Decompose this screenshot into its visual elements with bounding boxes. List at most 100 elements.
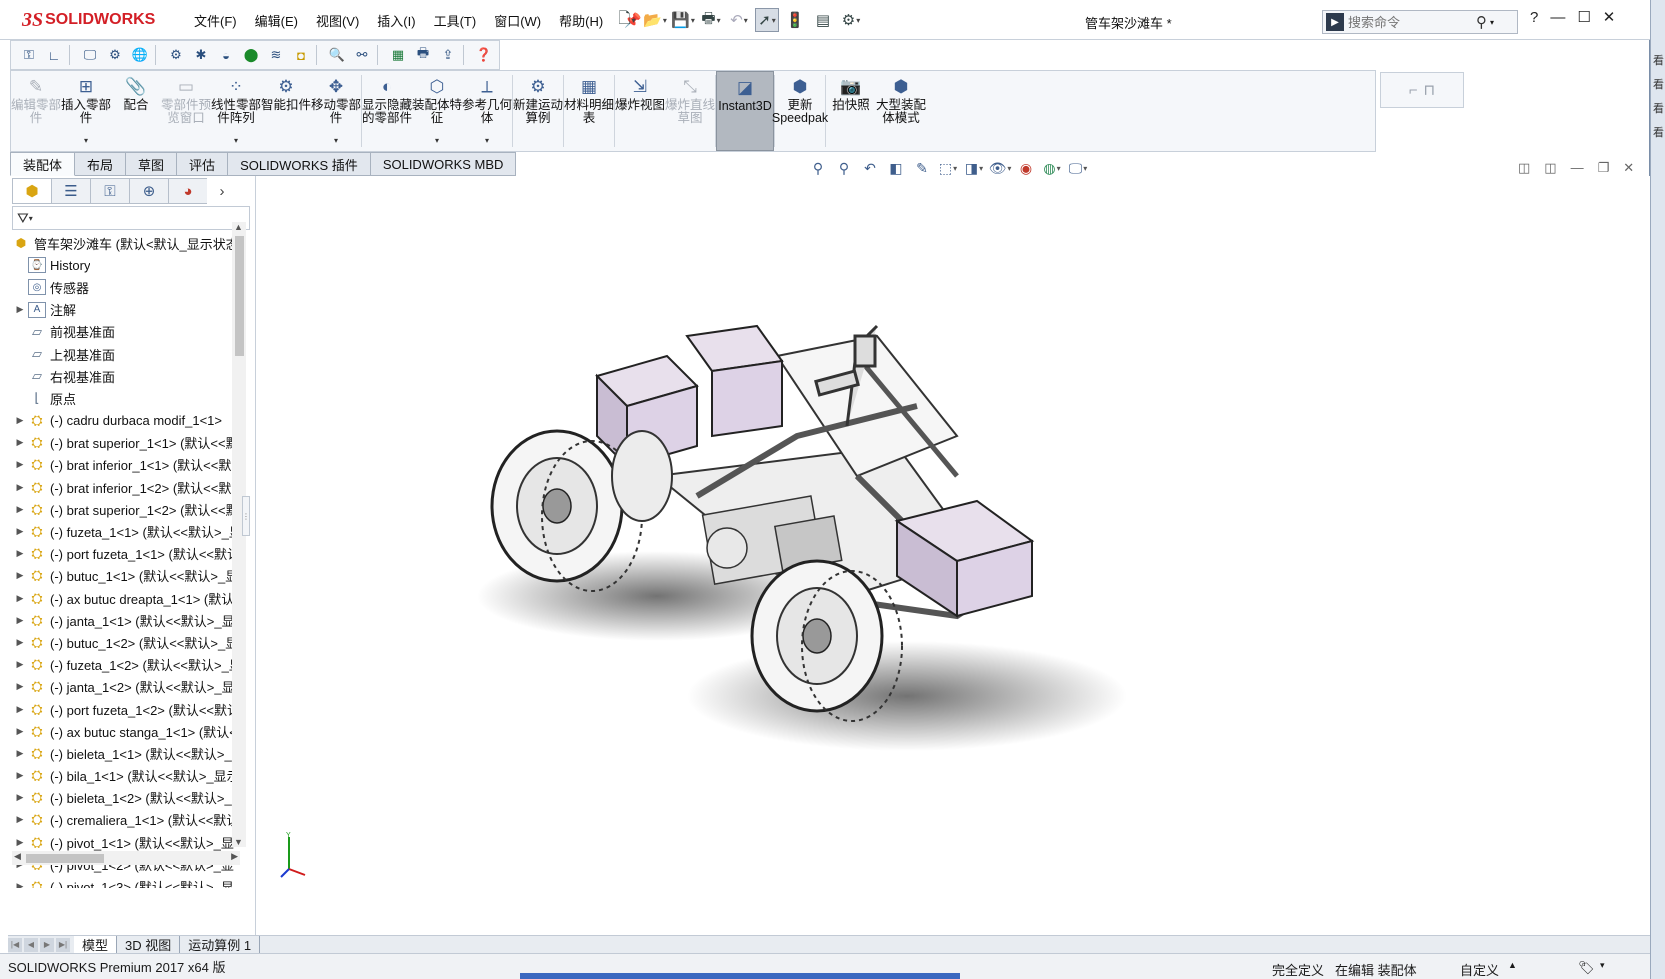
- step-icon[interactable]: ⊓: [1424, 81, 1436, 99]
- expand-arrow-icon[interactable]: ▶: [12, 459, 28, 470]
- expand-arrow-icon[interactable]: ▶: [12, 570, 28, 581]
- cmd-edit-component-button[interactable]: ✎ 编辑零部件: [11, 71, 61, 151]
- tab-evaluate[interactable]: 评估: [177, 152, 229, 176]
- expand-arrow-icon[interactable]: ▶: [12, 704, 28, 715]
- search-scope-icon[interactable]: ▶: [1326, 13, 1344, 31]
- menu-file[interactable]: 文件(F): [185, 11, 246, 30]
- hide-show-items-icon[interactable]: 👁: [989, 158, 1010, 178]
- cmd-move-component-button[interactable]: ✥ 移动零部件 ▾: [311, 71, 361, 151]
- cmd-speedpak-button[interactable]: ⬢ 更新Speedpak: [772, 71, 828, 151]
- scroll-right-icon[interactable]: ▶: [231, 851, 238, 862]
- expand-arrow-icon[interactable]: ▶: [12, 881, 28, 888]
- tree-feature-item[interactable]: ⌊ 原点: [12, 387, 240, 409]
- expand-arrow-icon[interactable]: ▶: [12, 681, 28, 692]
- expand-arrow-icon[interactable]: ▶: [12, 659, 28, 670]
- expand-arrow-icon[interactable]: ▶: [12, 593, 28, 604]
- dynamic-annotation-icon[interactable]: ✎: [912, 158, 932, 178]
- tree-component-item[interactable]: ▶ ⛭ (-) port fuzeta_1<1> (默认<<默认: [12, 543, 240, 565]
- tree-component-item[interactable]: ▶ ⛭ (-) fuzeta_1<1> (默认<<默认>_显: [12, 520, 240, 542]
- cmd-show-hidden-button[interactable]: ◐ 显示隐藏的零部件: [362, 71, 412, 151]
- tree-feature-item[interactable]: ▶ A 注解: [12, 299, 240, 321]
- tree-feature-item[interactable]: ▱ 右视基准面: [12, 365, 240, 387]
- search-dropdown-icon[interactable]: ▾: [1490, 18, 1494, 27]
- monitor-icon[interactable]: 🖵: [80, 45, 100, 65]
- expand-arrow-icon[interactable]: ▶: [12, 770, 28, 781]
- scroll-up-icon[interactable]: ▲: [234, 222, 243, 232]
- cmd-motion-study-button[interactable]: ⚙ 新建运动算例: [513, 71, 563, 151]
- tree-component-item[interactable]: ▶ ⛭ (-) port fuzeta_1<2> (默认<<默认: [12, 698, 240, 720]
- expand-arrow-icon[interactable]: ▶: [12, 548, 28, 559]
- rebuild-traffic-light-icon[interactable]: 🚦: [783, 8, 807, 32]
- cmd-exploded-view-button[interactable]: ⇲ 爆炸视图: [615, 71, 665, 151]
- bowl-icon[interactable]: ◒: [216, 45, 236, 65]
- edit-appearance-icon[interactable]: ◉: [1016, 158, 1036, 178]
- tree-component-item[interactable]: ▶ ⛭ (-) cremaliera_1<1> (默认<<默认: [12, 809, 240, 831]
- property-manager-tab-icon[interactable]: ☰: [51, 178, 90, 204]
- tree-feature-item[interactable]: ▱ 前视基准面: [12, 321, 240, 343]
- graphics-area[interactable]: Y: [257, 176, 1650, 936]
- globe-icon[interactable]: 🌐: [130, 45, 150, 65]
- tree-component-item[interactable]: ▶ ⛭ (-) butuc_1<2> (默认<<默认>_显: [12, 631, 240, 653]
- doc-minimize-icon[interactable]: —: [1571, 160, 1584, 176]
- expand-arrow-icon[interactable]: ▶: [12, 437, 28, 448]
- panel-splitter[interactable]: ⋮: [242, 496, 250, 536]
- close-button[interactable]: ✕: [1603, 8, 1616, 26]
- tree-component-item[interactable]: ▶ ⛭ (-) bieleta_1<1> (默认<<默认>_: [12, 742, 240, 764]
- cmd-snapshot-button[interactable]: 📷 拍快照: [826, 71, 876, 151]
- menu-window[interactable]: 窗口(W): [485, 11, 550, 30]
- maximize-button[interactable]: ☐: [1577, 8, 1590, 26]
- search-input[interactable]: [1348, 14, 1468, 30]
- cmd-explode-line-button[interactable]: ⤡ 爆炸直线草图: [665, 71, 715, 151]
- cmd-instant3d-button[interactable]: ◪ Instant3D: [716, 71, 774, 151]
- tree-component-item[interactable]: ▶ ⛭ (-) ax butuc stanga_1<1> (默认<: [12, 720, 240, 742]
- next-tab-icon[interactable]: ▶: [40, 937, 54, 952]
- menu-view[interactable]: 视图(V): [307, 11, 368, 30]
- view-settings-icon[interactable]: 🖵: [1068, 158, 1088, 178]
- print-icon[interactable]: 🖶: [699, 8, 723, 32]
- section-view-icon[interactable]: ◧: [886, 158, 906, 178]
- select-cursor-icon[interactable]: ➚: [755, 8, 779, 32]
- tree-root-assembly[interactable]: ⬢ 管车架沙滩车 (默认<默认_显示状态-1: [12, 232, 240, 254]
- apply-scene-icon[interactable]: ◍: [1042, 158, 1062, 178]
- tree-component-item[interactable]: ▶ ⛭ (-) pivot_1<1> (默认<<默认>_显: [12, 831, 240, 853]
- tree-component-item[interactable]: ▶ ⛭ (-) janta_1<2> (默认<<默认>_显: [12, 676, 240, 698]
- solidworks-logo[interactable]: 3S SOLIDWORKS: [22, 6, 162, 34]
- display-style-icon[interactable]: ◨: [964, 158, 984, 178]
- cmd-linear-pattern-button[interactable]: ⁘ 线性零部件阵列 ▾: [211, 71, 261, 151]
- display-manager-tab-icon[interactable]: ◕: [168, 178, 207, 204]
- tree-component-item[interactable]: ▶ ⛭ (-) ax butuc dreapta_1<1> (默认: [12, 587, 240, 609]
- save-icon[interactable]: 💾: [671, 8, 695, 32]
- tree-feature-item[interactable]: ⌚ History: [12, 254, 240, 276]
- undo-icon[interactable]: ↶: [727, 8, 751, 32]
- spring-icon[interactable]: ≋: [266, 45, 286, 65]
- binoculars-icon[interactable]: ⚯: [352, 45, 372, 65]
- tree-component-item[interactable]: ▶ ⛭ (-) brat superior_1<1> (默认<<默: [12, 432, 240, 454]
- cmd-reference-geometry-button[interactable]: ⟂ 参考几何体 ▾: [462, 71, 512, 151]
- open-document-icon[interactable]: 📂: [643, 8, 667, 32]
- scroll-thumb[interactable]: [235, 236, 244, 356]
- cmd-large-assembly-button[interactable]: ⬢ 大型装配体模式: [876, 71, 926, 151]
- cmd-dropdown-icon[interactable]: ▾: [84, 136, 88, 145]
- zoom-search-icon[interactable]: 🔍: [327, 45, 347, 65]
- tab-mbd[interactable]: SOLIDWORKS MBD: [370, 152, 517, 176]
- tab-addins[interactable]: SOLIDWORKS 插件: [228, 152, 371, 176]
- units-caret-icon[interactable]: ▲: [1508, 960, 1517, 970]
- tags-icon[interactable]: 🏷: [1578, 960, 1595, 976]
- tree-component-item[interactable]: ▶ ⛭ (-) bieleta_1<2> (默认<<默认>_: [12, 787, 240, 809]
- expand-arrow-icon[interactable]: ▶: [12, 748, 28, 759]
- tree-component-item[interactable]: ▶ ⛭ (-) butuc_1<1> (默认<<默认>_显: [12, 565, 240, 587]
- search-icon[interactable]: ⚲: [1476, 13, 1487, 31]
- tree-component-item[interactable]: ▶ ⛭ (-) bila_1<1> (默认<<默认>_显示: [12, 765, 240, 787]
- file-properties-icon[interactable]: ▤: [811, 8, 835, 32]
- last-tab-icon[interactable]: ▶|: [56, 937, 70, 952]
- key-icon[interactable]: ⚿: [19, 45, 39, 65]
- expand-arrow-icon[interactable]: ▶: [12, 637, 28, 648]
- cmd-dropdown-icon[interactable]: ▾: [234, 136, 238, 145]
- cmd-assembly-features-button[interactable]: ⬡ 装配体特征 ▾: [412, 71, 462, 151]
- scroll-left-icon[interactable]: ◀: [14, 851, 21, 862]
- tab-motion-study[interactable]: 运动算例 1: [180, 935, 261, 954]
- prev-tab-icon[interactable]: ◀: [24, 937, 38, 952]
- tree-component-item[interactable]: ▶ ⛭ (-) cadru durbaca modif_1<1>: [12, 410, 240, 432]
- dimension-icon[interactable]: ∟: [44, 45, 64, 65]
- atv-3d-model[interactable]: [257, 176, 1650, 936]
